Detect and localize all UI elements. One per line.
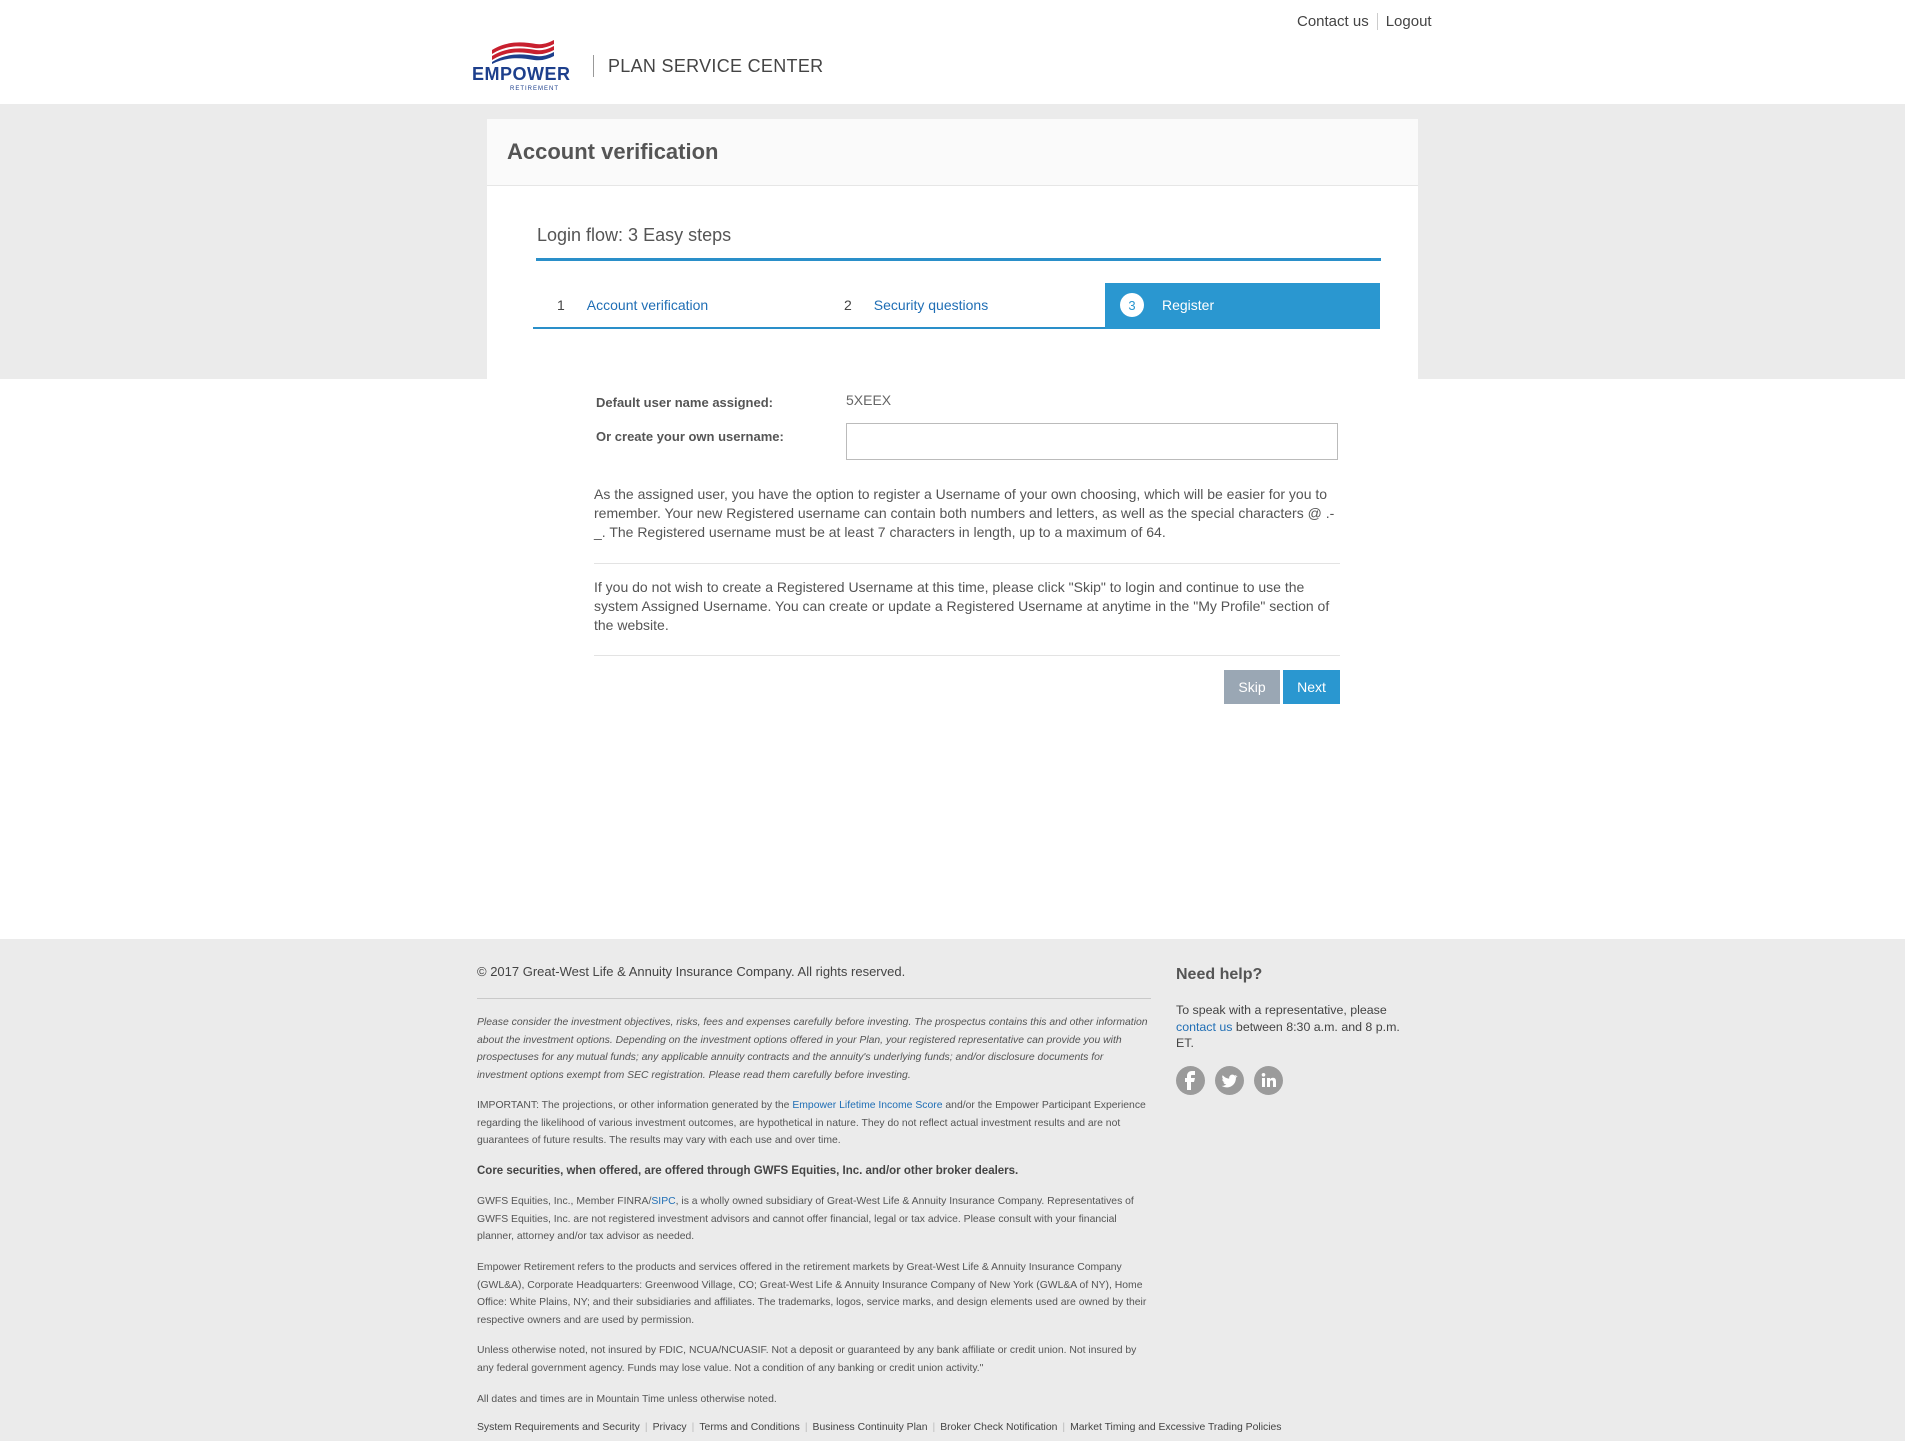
gwfs-text: GWFS Equities, Inc., Member FINRA/ [477, 1196, 652, 1207]
flag-icon [492, 40, 554, 64]
default-username-value: 5XEEX [846, 392, 892, 408]
footer-link-market-timing[interactable]: Market Timing and Excessive Trading Poli… [1070, 1422, 1281, 1433]
link-divider [1376, 13, 1378, 30]
need-help-text: To speak with a representative, please c… [1176, 1002, 1416, 1052]
step-account-verification[interactable]: 1 Account verification [533, 283, 820, 329]
important-text: IMPORTANT: The projections, or other inf… [477, 1100, 793, 1111]
lifetime-income-score-link[interactable]: Empower Lifetime Income Score [792, 1100, 942, 1111]
step-register-active[interactable]: 3 Register [1105, 283, 1380, 329]
step-label[interactable]: Security questions [874, 297, 988, 313]
footer-link-terms[interactable]: Terms and Conditions [699, 1422, 800, 1433]
card-header: Account verification [487, 119, 1418, 186]
fdic-disclaimer: Unless otherwise noted, not insured by F… [477, 1345, 1137, 1374]
flow-title: Login flow: 3 Easy steps [537, 225, 732, 245]
twitter-icon[interactable] [1215, 1066, 1244, 1095]
step-label[interactable]: Account verification [587, 297, 708, 313]
step-number: 1 [557, 297, 565, 313]
step-number: 2 [844, 297, 852, 313]
linkedin-glyph [1261, 1073, 1276, 1087]
step-label: Register [1162, 297, 1215, 313]
facebook-icon[interactable] [1176, 1066, 1205, 1095]
skip-info-text: If you do not wish to create a Registere… [594, 579, 1330, 633]
divider [594, 655, 1340, 656]
prospectus-disclaimer: Please consider the investment objective… [477, 1017, 1148, 1081]
empower-disclaimer: Empower Retirement refers to the product… [477, 1262, 1147, 1326]
footer-link-system-requirements[interactable]: System Requirements and Security [477, 1422, 640, 1433]
step-tabs: 1 Account verification 2 Security questi… [533, 283, 1380, 329]
step-security-questions[interactable]: 2 Security questions [820, 283, 1105, 329]
timezone-note: All dates and times are in Mountain Time… [477, 1394, 777, 1405]
next-button[interactable]: Next [1283, 670, 1340, 704]
copyright: © 2017 Great-West Life & Annuity Insuran… [477, 964, 906, 979]
page-title: Account verification [507, 139, 719, 164]
important-disclaimer: IMPORTANT: The projections, or other inf… [477, 1097, 1153, 1150]
sipc-link[interactable]: SIPC [651, 1196, 675, 1207]
step-number-badge: 3 [1120, 293, 1144, 317]
default-username-label: Default user name assigned: [596, 395, 773, 410]
need-help-title: Need help? [1176, 966, 1263, 983]
core-securities-note: Core securities, when offered, are offer… [477, 1165, 1019, 1177]
brand-title: PLAN SERVICE CENTER [608, 56, 824, 76]
gwfs-disclaimer: GWFS Equities, Inc., Member FINRA/SIPC, … [477, 1193, 1153, 1246]
skip-button[interactable]: Skip [1224, 670, 1280, 704]
top-header: Contact us Logout EMPOWER RETIREMENT PLA… [0, 0, 1905, 104]
help-contact-us-link[interactable]: contact us [1176, 1020, 1232, 1034]
facebook-glyph [1185, 1071, 1195, 1090]
footer-rule [477, 998, 1151, 999]
brand-divider [593, 55, 594, 77]
flow-title-rule [536, 258, 1381, 261]
empower-logo[interactable]: EMPOWER RETIREMENT [472, 38, 572, 94]
footer-links: System Requirements and Security | Privac… [477, 1422, 1282, 1433]
footer-link-business-continuity[interactable]: Business Continuity Plan [813, 1422, 928, 1433]
linkedin-icon[interactable] [1254, 1066, 1283, 1095]
help-text: To speak with a representative, please [1176, 1003, 1387, 1017]
divider [594, 563, 1340, 564]
logo-subtitle: RETIREMENT [510, 86, 559, 92]
custom-username-label: Or create your own username: [596, 429, 784, 444]
contact-us-link[interactable]: Contact us [1297, 13, 1369, 30]
footer-link-broker-check[interactable]: Broker Check Notification [940, 1422, 1057, 1433]
twitter-glyph [1221, 1074, 1238, 1088]
username-rules-text: As the assigned user, you have the optio… [594, 486, 1335, 540]
logout-link[interactable]: Logout [1386, 13, 1432, 30]
utility-links: Contact us Logout [1297, 13, 1432, 30]
logo-wordmark: EMPOWER [472, 64, 571, 84]
custom-username-input[interactable] [846, 423, 1338, 460]
footer-link-privacy[interactable]: Privacy [653, 1422, 687, 1433]
